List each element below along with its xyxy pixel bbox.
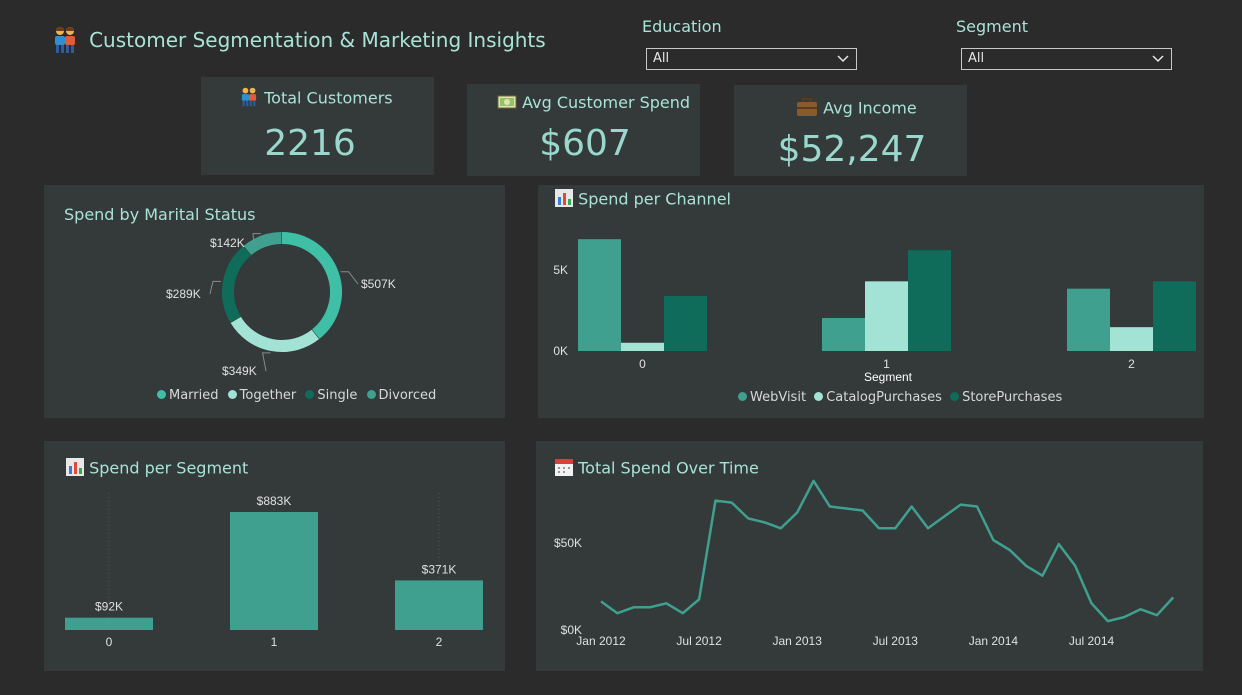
data-label: $289K [166, 287, 201, 301]
x-tick-label: Jul 2012 [676, 634, 722, 648]
legend-item: StorePurchases [950, 390, 1062, 405]
people-icon [239, 87, 259, 111]
money-icon [497, 94, 517, 114]
legend-dot-icon [738, 392, 747, 401]
series-line [600, 479, 1175, 623]
education-dropdown[interactable]: All [646, 48, 857, 70]
bar [1067, 288, 1110, 351]
donut-slice [230, 316, 320, 352]
legend-dot-icon [305, 390, 315, 399]
x-tick-label: Jul 2014 [1069, 634, 1115, 648]
segment-dropdown[interactable]: All [961, 48, 1172, 70]
x-tick-label: 1 [271, 635, 278, 649]
x-tick-label: 2 [436, 635, 443, 649]
leader-line [340, 271, 359, 285]
bar [621, 342, 664, 351]
legend-item: WebVisit [738, 390, 806, 405]
briefcase-icon [796, 97, 818, 121]
legend-dot-icon [227, 390, 237, 399]
bar [1110, 327, 1153, 351]
channel-bar-chart: 0 1 2 0K 5K Segment [553, 239, 1196, 384]
data-label: $507K [361, 277, 396, 291]
kpi-title: Avg Income [823, 98, 917, 118]
legend-dot-icon [157, 390, 166, 399]
legend-item: Married [157, 388, 219, 403]
bar [65, 617, 153, 630]
segment-panel: Spend per Segment $92K 0 $883K 1 $371K 2 [44, 441, 505, 671]
kpi-value: $607 [539, 123, 631, 164]
page-title: Customer Segmentation & Marketing Insigh… [89, 27, 546, 52]
education-dropdown-value: All [653, 51, 670, 66]
data-label: $92K [95, 600, 123, 614]
kpi-total-customers: Total Customers 2216 [201, 77, 434, 175]
donut-slice [243, 232, 282, 256]
donut-slice [281, 232, 342, 339]
leader-line [261, 352, 271, 372]
header: Customer Segmentation & Marketing Insigh… [52, 26, 546, 58]
bar [822, 318, 865, 351]
donut-slice [222, 246, 252, 323]
data-label: $142K [210, 236, 245, 250]
donut-chart: $507K $349K $289K $142K [166, 232, 396, 378]
time-panel: Total Spend Over Time Jan 2012 Jul 2012 Ja… [536, 441, 1203, 671]
leader-line [209, 280, 221, 295]
education-filter-label: Education [642, 17, 722, 36]
legend-item: Together [227, 388, 296, 403]
legend-dot-icon [366, 390, 376, 399]
people-icon [52, 26, 78, 58]
x-tick-label: Jan 2012 [576, 634, 626, 648]
segment-dropdown-value: All [968, 51, 985, 66]
legend-item: Divorced [366, 388, 436, 403]
spend-line-chart: Jan 2012 Jul 2012 Jan 2013 Jul 2013 Jan 2014… [554, 479, 1175, 648]
legend-dot-icon [814, 392, 824, 401]
legend-item: CatalogPurchases [814, 390, 942, 405]
legend-item: Single [305, 388, 357, 403]
kpi-title: Avg Customer Spend [522, 93, 691, 112]
bar [395, 580, 483, 630]
kpi-title-row: Avg Income [796, 97, 917, 121]
data-label: $883K [257, 494, 292, 508]
bar [908, 250, 951, 351]
chevron-down-icon [1151, 51, 1165, 69]
kpi-title: Total Customers [264, 88, 393, 108]
x-tick-label: Jan 2014 [969, 634, 1019, 648]
chevron-down-icon [836, 51, 850, 69]
segment-filter-label: Segment [956, 17, 1028, 36]
bar [664, 296, 707, 351]
segment-bar-chart: $92K 0 $883K 1 $371K 2 [65, 493, 483, 649]
bar [865, 281, 908, 351]
kpi-avg-income: Avg Income $52,247 [734, 85, 967, 176]
bar [578, 239, 621, 351]
kpi-title-row: Total Customers [239, 87, 393, 111]
x-tick-label: 0 [639, 357, 646, 371]
x-tick-label: Jan 2013 [773, 634, 823, 648]
channel-legend: WebVisit CatalogPurchases StorePurchases [738, 390, 1062, 405]
x-tick-label: 1 [883, 357, 890, 371]
marital-status-panel: Spend by Marital Status $507K $349K $289K $… [44, 185, 505, 418]
kpi-value: 2216 [264, 123, 356, 164]
data-label: $371K [422, 562, 457, 576]
y-tick-label: $50K [554, 536, 582, 550]
y-tick-label: $0K [561, 623, 582, 637]
data-label: $349K [222, 364, 257, 378]
kpi-value: $52,247 [777, 129, 927, 170]
channel-panel: Spend per Channel 0 1 2 0K 5K Segment WebVisi… [538, 185, 1204, 418]
bar [230, 512, 318, 630]
legend-dot-icon [950, 392, 960, 401]
donut-legend: Married Together Single Divorced [157, 388, 436, 403]
kpi-avg-spend: Avg Customer Spend $607 [467, 84, 700, 176]
kpi-title-row: Avg Customer Spend [497, 93, 690, 114]
x-axis-title: Segment [864, 370, 913, 384]
x-tick-label: Jul 2013 [873, 634, 919, 648]
x-tick-label: 2 [1128, 357, 1135, 371]
y-tick-label: 0K [553, 344, 568, 358]
x-tick-label: 0 [106, 635, 113, 649]
bar [1153, 281, 1196, 351]
y-tick-label: 5K [553, 263, 568, 277]
